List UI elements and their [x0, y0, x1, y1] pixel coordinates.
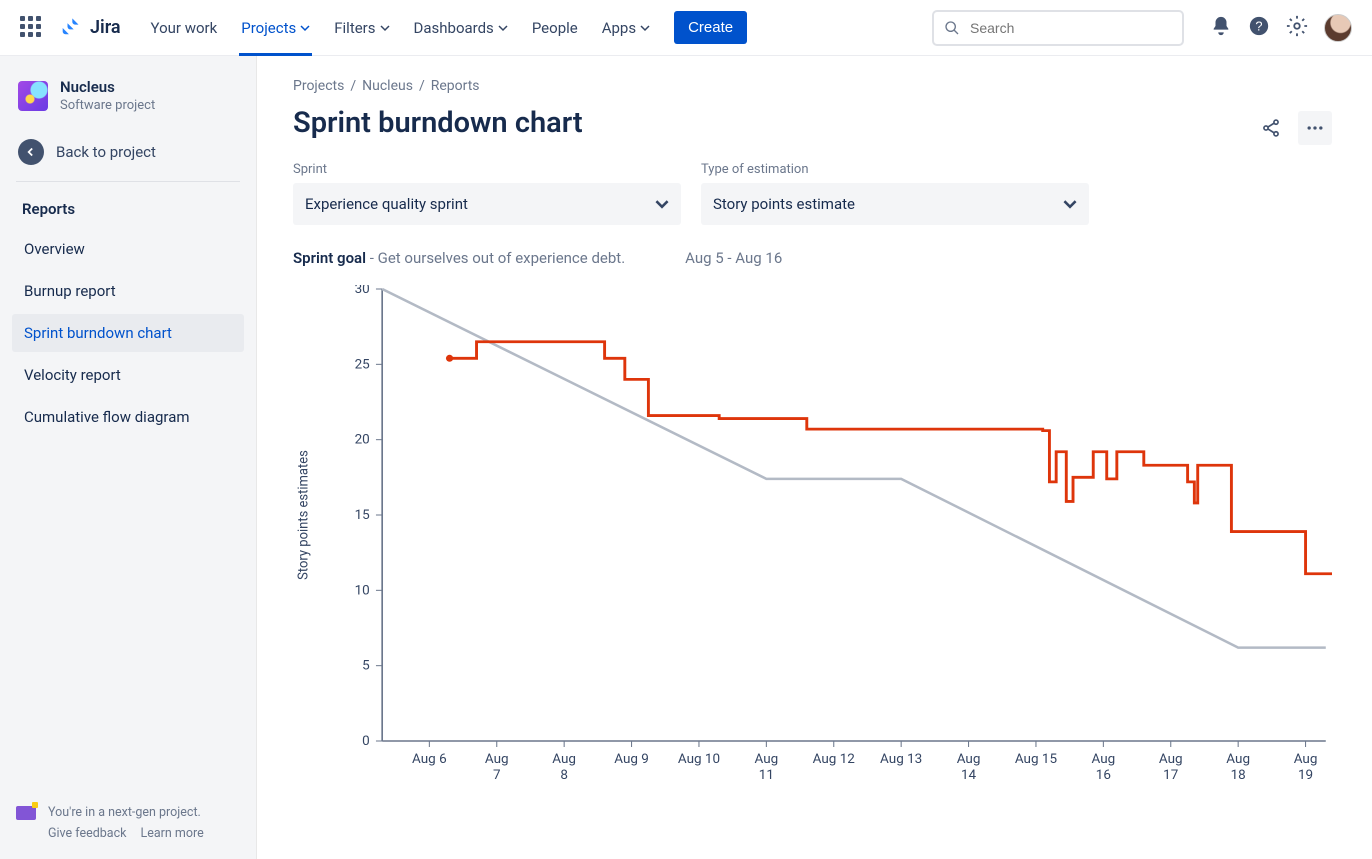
sprint-goal-text: Get ourselves out of experience debt.	[378, 249, 626, 267]
svg-text:10: 10	[355, 584, 370, 599]
nav-apps[interactable]: Apps	[592, 1, 660, 55]
sprint-select[interactable]: Experience quality sprint	[293, 183, 681, 225]
sprint-select-label: Sprint	[293, 162, 681, 177]
chevron-down-icon	[640, 23, 650, 33]
svg-text:Aug: Aug	[1159, 752, 1183, 767]
svg-text:19: 19	[1298, 768, 1313, 783]
sidebar-item-burnup[interactable]: Burnup report	[12, 272, 244, 310]
give-feedback-link[interactable]: Give feedback	[48, 826, 126, 841]
svg-text:8: 8	[560, 768, 568, 783]
back-to-project[interactable]: Back to project	[18, 139, 238, 165]
settings-icon[interactable]	[1286, 15, 1308, 41]
estimation-select-label: Type of estimation	[701, 162, 1089, 177]
nav-people[interactable]: People	[522, 1, 588, 55]
sidebar-item-sprint-burndown[interactable]: Sprint burndown chart	[12, 314, 244, 352]
svg-text:17: 17	[1163, 768, 1178, 783]
svg-text:Aug 10: Aug 10	[678, 752, 720, 767]
svg-text:16: 16	[1096, 768, 1111, 783]
share-icon[interactable]	[1254, 111, 1288, 145]
user-avatar[interactable]	[1324, 14, 1352, 42]
breadcrumb: Projects / Nucleus / Reports	[293, 78, 1332, 94]
svg-text:Aug: Aug	[1092, 752, 1116, 767]
chevron-down-icon	[1063, 197, 1077, 211]
svg-text:Aug: Aug	[552, 752, 576, 767]
svg-text:Aug: Aug	[1294, 752, 1318, 767]
search-input[interactable]	[968, 19, 1172, 37]
project-icon	[18, 81, 48, 111]
svg-text:5: 5	[362, 659, 370, 674]
sidebar-item-cumulative-flow[interactable]: Cumulative flow diagram	[12, 398, 244, 436]
svg-text:18: 18	[1231, 768, 1246, 783]
nextgen-icon	[16, 806, 36, 820]
chevron-down-icon	[498, 23, 508, 33]
svg-text:Aug 13: Aug 13	[880, 752, 922, 767]
svg-text:7: 7	[493, 768, 501, 783]
svg-text:11: 11	[759, 768, 774, 783]
sprint-meta: Sprint goal - Get ourselves out of exper…	[293, 249, 1332, 267]
crumb-nucleus[interactable]: Nucleus	[362, 78, 413, 94]
search-icon	[944, 20, 960, 36]
nav-your-work[interactable]: Your work	[141, 1, 228, 55]
svg-text:Aug: Aug	[957, 752, 981, 767]
svg-text:Story points estimates: Story points estimates	[296, 450, 311, 580]
sprint-dates: Aug 5 - Aug 16	[685, 249, 782, 267]
create-button[interactable]: Create	[674, 11, 747, 44]
svg-text:Aug: Aug	[754, 752, 778, 767]
svg-text:Aug: Aug	[485, 752, 509, 767]
nav-dashboards[interactable]: Dashboards	[404, 1, 518, 55]
crumb-reports[interactable]: Reports	[431, 78, 480, 94]
divider	[16, 181, 240, 182]
sidebar-section-title: Reports	[12, 200, 244, 230]
svg-text:Aug 12: Aug 12	[813, 752, 855, 767]
primary-nav: Your work Projects Filters Dashboards Pe…	[141, 1, 748, 55]
back-arrow-icon	[18, 139, 44, 165]
sprint-goal-label: Sprint goal	[293, 249, 366, 267]
product-name: Jira	[90, 17, 121, 38]
svg-text:Aug: Aug	[1226, 752, 1250, 767]
svg-text:30: 30	[355, 285, 370, 297]
svg-text:25: 25	[355, 358, 370, 373]
content: Projects / Nucleus / Reports Sprint burn…	[257, 56, 1372, 859]
search-box[interactable]	[932, 10, 1184, 46]
jira-logo[interactable]: Jira	[62, 17, 121, 39]
sidebar-item-velocity[interactable]: Velocity report	[12, 356, 244, 394]
burndown-chart: 0 5 10 15 20 25 30 Story points estimates Aug 6 A…	[293, 285, 1332, 805]
nav-projects[interactable]: Projects	[231, 1, 320, 55]
svg-text:0: 0	[362, 734, 370, 749]
sidebar-item-overview[interactable]: Overview	[12, 230, 244, 268]
estimation-select[interactable]: Story points estimate	[701, 183, 1089, 225]
svg-text:?: ?	[1255, 18, 1262, 33]
svg-text:14: 14	[961, 768, 977, 783]
svg-text:Aug 9: Aug 9	[614, 752, 649, 767]
crumb-projects[interactable]: Projects	[293, 78, 344, 94]
svg-text:Aug 15: Aug 15	[1015, 752, 1057, 767]
more-actions-icon[interactable]	[1298, 111, 1332, 145]
nav-filters[interactable]: Filters	[324, 1, 399, 55]
learn-more-link[interactable]: Learn more	[140, 826, 203, 841]
chevron-down-icon	[655, 197, 669, 211]
footer-note: You're in a next-gen project.	[48, 805, 201, 820]
app-switcher-icon[interactable]	[20, 16, 44, 40]
svg-text:20: 20	[355, 433, 370, 448]
project-name: Nucleus	[60, 78, 155, 96]
project-header[interactable]: Nucleus Software project	[12, 78, 244, 113]
sidebar: Nucleus Software project Back to project…	[0, 56, 257, 859]
help-icon[interactable]: ?	[1248, 15, 1270, 41]
top-nav: Jira Your work Projects Filters Dashboar…	[0, 0, 1372, 56]
chevron-down-icon	[300, 23, 310, 33]
chevron-down-icon	[380, 23, 390, 33]
page-title: Sprint burndown chart	[293, 106, 1254, 140]
notifications-icon[interactable]	[1210, 15, 1232, 41]
svg-text:15: 15	[355, 508, 370, 523]
project-type: Software project	[60, 98, 155, 113]
svg-text:Aug 6: Aug 6	[412, 752, 447, 767]
sidebar-footer: You're in a next-gen project. Give feedb…	[12, 797, 244, 849]
